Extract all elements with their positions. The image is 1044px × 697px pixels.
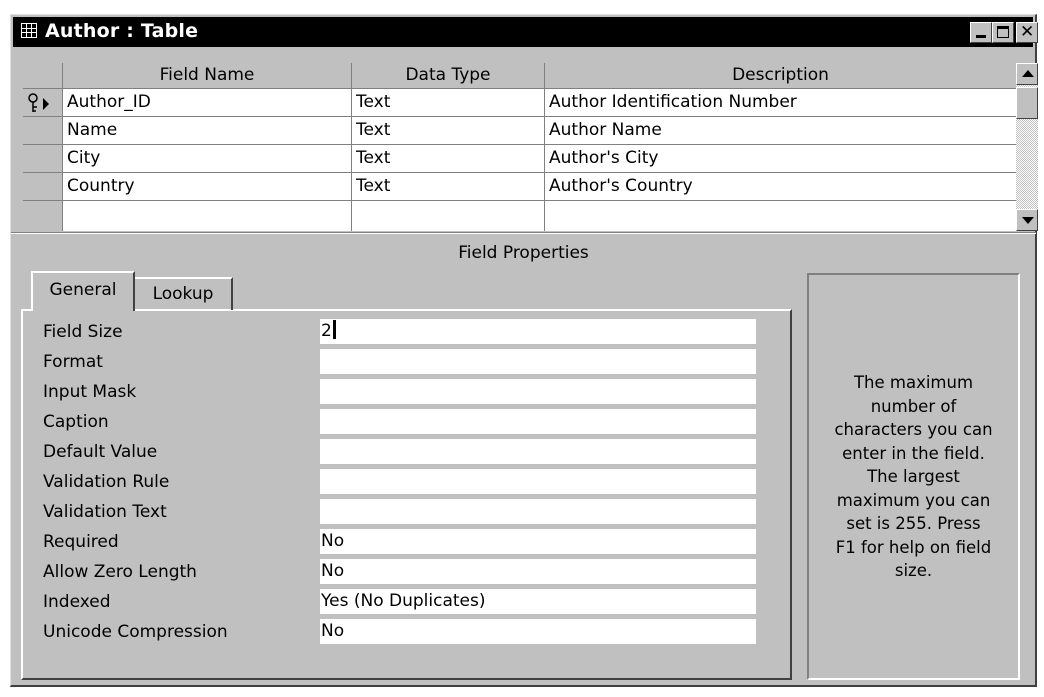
data-type-cell[interactable]: Text bbox=[352, 89, 545, 117]
help-line: number of bbox=[870, 396, 957, 416]
arrow-up-icon bbox=[1022, 70, 1034, 77]
close-button[interactable]: ✕ bbox=[1016, 22, 1038, 43]
help-text: The maximum number of characters you can… bbox=[813, 371, 1014, 583]
data-type-cell[interactable]: Text bbox=[352, 117, 545, 145]
row-selector[interactable] bbox=[23, 145, 63, 173]
property-label: Default Value bbox=[43, 442, 158, 462]
data-type-cell[interactable] bbox=[352, 201, 545, 231]
table-icon bbox=[21, 23, 37, 38]
column-header-field-name[interactable]: Field Name bbox=[63, 63, 352, 89]
property-label: Allow Zero Length bbox=[43, 562, 197, 582]
vertical-scrollbar[interactable] bbox=[1016, 63, 1038, 231]
property-label: Unicode Compression bbox=[43, 622, 228, 642]
help-line: maximum you can bbox=[836, 490, 991, 510]
description-cell[interactable]: Author's City bbox=[545, 145, 1016, 173]
required-input[interactable]: No bbox=[320, 529, 756, 554]
help-line: set is 255. Press bbox=[846, 514, 981, 533]
indexed-input[interactable]: Yes (No Duplicates) bbox=[320, 589, 756, 614]
current-row-arrow-icon bbox=[43, 98, 49, 110]
field-name-cell[interactable]: City bbox=[63, 145, 352, 173]
validation-rule-input[interactable] bbox=[320, 469, 756, 494]
arrow-down-icon bbox=[1022, 217, 1034, 224]
help-line: characters you can bbox=[834, 420, 993, 439]
help-line: enter in the field. bbox=[842, 443, 985, 463]
field-size-input[interactable]: 2 bbox=[320, 319, 756, 344]
scroll-down-button[interactable] bbox=[1016, 209, 1038, 231]
allow-zero-length-input[interactable]: No bbox=[320, 559, 756, 584]
field-name-cell[interactable]: Name bbox=[63, 117, 352, 145]
help-panel: The maximum number of characters you can… bbox=[807, 273, 1020, 680]
divider bbox=[11, 232, 1036, 234]
description-cell[interactable] bbox=[545, 201, 1016, 231]
property-label: Required bbox=[43, 532, 119, 552]
column-header-description[interactable]: Description bbox=[545, 63, 1016, 89]
input-mask-input[interactable] bbox=[320, 379, 756, 404]
scroll-up-button[interactable] bbox=[1016, 63, 1038, 85]
description-cell[interactable]: Author Identification Number bbox=[545, 89, 1016, 117]
caption-input[interactable] bbox=[320, 409, 756, 434]
maximize-icon bbox=[997, 26, 1009, 38]
row-selector[interactable] bbox=[23, 117, 63, 145]
property-value: 2 bbox=[321, 321, 332, 341]
help-line: The maximum bbox=[853, 373, 974, 392]
tab-general[interactable]: General bbox=[31, 271, 135, 311]
field-name-cell[interactable]: Country bbox=[63, 173, 352, 201]
field-name-cell[interactable]: Author_ID bbox=[63, 89, 352, 117]
text-cursor bbox=[332, 320, 336, 339]
column-header-data-type[interactable]: Data Type bbox=[352, 63, 545, 89]
general-tab-panel: Field Size 2 Format Input Mask Caption D… bbox=[21, 309, 792, 680]
table-design-window: Author : Table ✕ Field Name Data Type De… bbox=[10, 14, 1038, 687]
tab-lookup[interactable]: Lookup bbox=[133, 277, 233, 310]
default-value-input[interactable] bbox=[320, 439, 756, 464]
row-selector[interactable] bbox=[23, 201, 63, 231]
help-line: size. bbox=[894, 561, 933, 580]
property-label: Indexed bbox=[43, 592, 111, 612]
field-grid: Field Name Data Type Description Author_… bbox=[23, 63, 1016, 231]
field-name-cell[interactable] bbox=[63, 201, 352, 231]
help-line: The largest bbox=[867, 467, 960, 486]
data-type-cell[interactable]: Text bbox=[352, 173, 545, 201]
grid-corner[interactable] bbox=[23, 63, 63, 89]
row-selector[interactable] bbox=[23, 173, 63, 201]
minimize-button[interactable] bbox=[970, 22, 992, 43]
property-label: Validation Text bbox=[43, 502, 167, 522]
data-type-cell[interactable]: Text bbox=[352, 145, 545, 173]
field-properties-caption: Field Properties bbox=[458, 243, 589, 263]
property-label: Format bbox=[43, 352, 103, 372]
maximize-button[interactable] bbox=[992, 22, 1014, 43]
property-label: Field Size bbox=[43, 322, 123, 342]
title-bar[interactable]: Author : Table ✕ bbox=[13, 17, 1038, 47]
help-line: F1 for help on field bbox=[835, 537, 992, 557]
property-label: Validation Rule bbox=[43, 472, 170, 492]
window-title: Author : Table bbox=[45, 20, 199, 42]
validation-text-input[interactable] bbox=[320, 499, 756, 524]
description-cell[interactable]: Author's Country bbox=[545, 173, 1016, 201]
close-icon: ✕ bbox=[1020, 22, 1035, 42]
minimize-icon bbox=[976, 35, 986, 38]
property-label: Caption bbox=[43, 412, 109, 432]
row-selector[interactable] bbox=[23, 89, 63, 117]
property-label: Input Mask bbox=[43, 382, 137, 402]
description-cell[interactable]: Author Name bbox=[545, 117, 1016, 145]
primary-key-icon bbox=[28, 93, 49, 112]
format-input[interactable] bbox=[320, 349, 756, 374]
unicode-compression-input[interactable]: No bbox=[320, 619, 756, 644]
scroll-thumb[interactable] bbox=[1016, 87, 1038, 119]
